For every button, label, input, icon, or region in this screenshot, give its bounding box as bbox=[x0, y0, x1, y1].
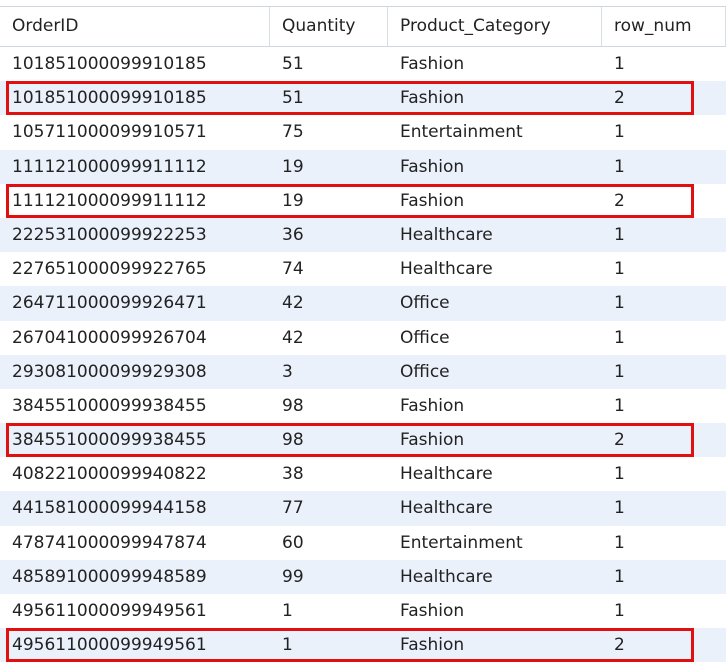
cell-quantity[interactable]: 42 bbox=[270, 321, 388, 355]
cell-quantity[interactable]: 51 bbox=[270, 47, 388, 81]
table-row[interactable]: 111121000099911112 19 Fashion 1 bbox=[0, 149, 726, 184]
table-row[interactable]: 101851000099910185 51 Fashion 1 bbox=[0, 47, 726, 82]
cell-product-category[interactable]: Fashion bbox=[388, 628, 602, 662]
cell-quantity[interactable]: 98 bbox=[270, 389, 388, 423]
table-row[interactable]: 227651000099922765 74 Healthcare 1 bbox=[0, 252, 726, 287]
cell-orderid[interactable]: 495611000099949561 bbox=[0, 594, 270, 628]
table-row[interactable]: 111121000099911112 19 Fashion 2 bbox=[0, 183, 726, 218]
cell-row-num[interactable]: 2 bbox=[602, 628, 726, 662]
cell-row-num[interactable]: 1 bbox=[602, 47, 726, 81]
table-row[interactable]: 495611000099949561 1 Fashion 1 bbox=[0, 594, 726, 629]
cell-orderid[interactable]: 478741000099947874 bbox=[0, 526, 270, 560]
column-header-orderid[interactable]: OrderID bbox=[0, 7, 270, 46]
cell-orderid[interactable]: 384551000099938455 bbox=[0, 389, 270, 423]
cell-quantity[interactable]: 1 bbox=[270, 628, 388, 662]
cell-orderid[interactable]: 101851000099910185 bbox=[0, 81, 270, 115]
table-row[interactable]: 384551000099938455 98 Fashion 1 bbox=[0, 388, 726, 424]
cell-product-category[interactable]: Office bbox=[388, 286, 602, 320]
cell-product-category[interactable]: Healthcare bbox=[388, 252, 602, 286]
cell-orderid[interactable]: 227651000099922765 bbox=[0, 252, 270, 286]
cell-orderid[interactable]: 101851000099910185 bbox=[0, 47, 270, 81]
cell-row-num[interactable]: 1 bbox=[602, 526, 726, 560]
table-row[interactable]: 222531000099922253 36 Healthcare 1 bbox=[0, 217, 726, 253]
cell-row-num[interactable]: 2 bbox=[602, 81, 726, 115]
table-row[interactable]: 495611000099949561 1 Fashion 2 bbox=[0, 628, 726, 663]
table-row[interactable]: 105711000099910571 75 Entertainment 1 bbox=[0, 115, 726, 150]
cell-product-category[interactable]: Fashion bbox=[388, 184, 602, 218]
table-row[interactable]: 441581000099944158 77 Healthcare 1 bbox=[0, 491, 726, 526]
cell-row-num[interactable]: 1 bbox=[602, 389, 726, 423]
cell-product-category[interactable]: Fashion bbox=[388, 423, 602, 457]
cell-product-category[interactable]: Healthcare bbox=[388, 457, 602, 491]
cell-row-num[interactable]: 1 bbox=[602, 150, 726, 184]
grid-header: OrderID Quantity Product_Category row_nu… bbox=[0, 6, 726, 47]
cell-product-category[interactable]: Fashion bbox=[388, 150, 602, 184]
cell-product-category[interactable]: Fashion bbox=[388, 47, 602, 81]
table-row[interactable]: 267041000099926704 42 Office 1 bbox=[0, 320, 726, 355]
cell-quantity[interactable]: 19 bbox=[270, 150, 388, 184]
cell-orderid[interactable]: 264711000099926471 bbox=[0, 286, 270, 320]
cell-row-num[interactable]: 1 bbox=[602, 286, 726, 320]
column-header-product-category[interactable]: Product_Category bbox=[388, 7, 602, 46]
cell-orderid[interactable]: 105711000099910571 bbox=[0, 115, 270, 149]
result-grid: OrderID Quantity Product_Category row_nu… bbox=[0, 6, 726, 663]
cell-quantity[interactable]: 74 bbox=[270, 252, 388, 286]
cell-orderid[interactable]: 408221000099940822 bbox=[0, 457, 270, 491]
cell-row-num[interactable]: 1 bbox=[602, 457, 726, 491]
cell-orderid[interactable]: 485891000099948589 bbox=[0, 560, 270, 594]
cell-quantity[interactable]: 42 bbox=[270, 286, 388, 320]
table-row[interactable]: 408221000099940822 38 Healthcare 1 bbox=[0, 457, 726, 492]
cell-row-num[interactable]: 1 bbox=[602, 560, 726, 594]
cell-product-category[interactable]: Office bbox=[388, 321, 602, 355]
cell-product-category[interactable]: Healthcare bbox=[388, 218, 602, 252]
cell-quantity[interactable]: 98 bbox=[270, 423, 388, 457]
table-row[interactable]: 485891000099948589 99 Healthcare 1 bbox=[0, 559, 726, 594]
cell-quantity[interactable]: 3 bbox=[270, 355, 388, 389]
cell-quantity[interactable]: 75 bbox=[270, 115, 388, 149]
cell-quantity[interactable]: 51 bbox=[270, 81, 388, 115]
cell-orderid[interactable]: 441581000099944158 bbox=[0, 491, 270, 525]
cell-orderid[interactable]: 111121000099911112 bbox=[0, 184, 270, 218]
cell-row-num[interactable]: 1 bbox=[602, 321, 726, 355]
cell-product-category[interactable]: Fashion bbox=[388, 389, 602, 423]
cell-product-category[interactable]: Healthcare bbox=[388, 560, 602, 594]
cell-quantity[interactable]: 1 bbox=[270, 594, 388, 628]
cell-product-category[interactable]: Healthcare bbox=[388, 491, 602, 525]
cell-product-category[interactable]: Fashion bbox=[388, 594, 602, 628]
column-header-row-num[interactable]: row_num bbox=[602, 7, 726, 46]
column-header-quantity[interactable]: Quantity bbox=[270, 7, 388, 46]
cell-row-num[interactable]: 1 bbox=[602, 115, 726, 149]
cell-row-num[interactable]: 2 bbox=[602, 423, 726, 457]
cell-row-num[interactable]: 1 bbox=[602, 355, 726, 389]
cell-quantity[interactable]: 38 bbox=[270, 457, 388, 491]
table-row[interactable]: 293081000099929308 3 Office 1 bbox=[0, 354, 726, 389]
cell-orderid[interactable]: 111121000099911112 bbox=[0, 150, 270, 184]
table-row[interactable]: 264711000099926471 42 Office 1 bbox=[0, 286, 726, 321]
cell-row-num[interactable]: 1 bbox=[602, 491, 726, 525]
table-row[interactable]: 478741000099947874 60 Entertainment 1 bbox=[0, 525, 726, 560]
cell-row-num[interactable]: 1 bbox=[602, 218, 726, 252]
cell-row-num[interactable]: 1 bbox=[602, 594, 726, 628]
cell-product-category[interactable]: Office bbox=[388, 355, 602, 389]
cell-quantity[interactable]: 36 bbox=[270, 218, 388, 252]
cell-product-category[interactable]: Entertainment bbox=[388, 526, 602, 560]
table-row[interactable]: 384551000099938455 98 Fashion 2 bbox=[0, 423, 726, 458]
cell-product-category[interactable]: Entertainment bbox=[388, 115, 602, 149]
cell-orderid[interactable]: 222531000099922253 bbox=[0, 218, 270, 252]
grid-body: 101851000099910185 51 Fashion 1 101851000099… bbox=[0, 47, 726, 663]
cell-orderid[interactable]: 495611000099949561 bbox=[0, 628, 270, 662]
cell-orderid[interactable]: 384551000099938455 bbox=[0, 423, 270, 457]
cell-quantity[interactable]: 60 bbox=[270, 526, 388, 560]
cell-quantity[interactable]: 77 bbox=[270, 491, 388, 525]
cell-row-num[interactable]: 1 bbox=[602, 252, 726, 286]
cell-orderid[interactable]: 293081000099929308 bbox=[0, 355, 270, 389]
cell-product-category[interactable]: Fashion bbox=[388, 81, 602, 115]
cell-quantity[interactable]: 19 bbox=[270, 184, 388, 218]
table-row[interactable]: 101851000099910185 51 Fashion 2 bbox=[0, 81, 726, 116]
cell-row-num[interactable]: 2 bbox=[602, 184, 726, 218]
cell-orderid[interactable]: 267041000099926704 bbox=[0, 321, 270, 355]
cell-quantity[interactable]: 99 bbox=[270, 560, 388, 594]
